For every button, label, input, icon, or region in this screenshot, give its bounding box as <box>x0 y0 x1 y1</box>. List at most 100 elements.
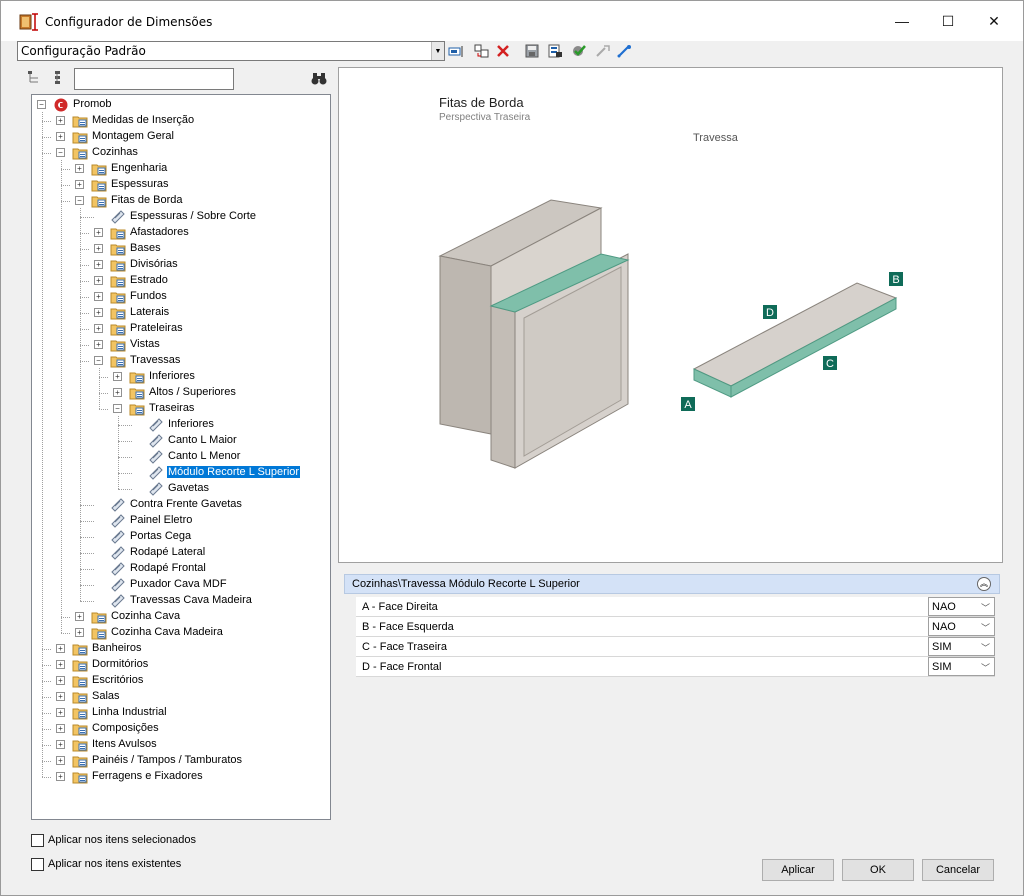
tree-item[interactable]: + Laterais <box>32 305 330 321</box>
expand-node-icon[interactable]: + <box>94 324 103 333</box>
tree-item[interactable]: Gavetas <box>32 481 330 497</box>
tree-item[interactable]: + Cozinha Cava Madeira <box>32 625 330 641</box>
expand-node-icon[interactable]: + <box>94 340 103 349</box>
expand-node-icon[interactable]: + <box>94 244 103 253</box>
save-button[interactable] <box>523 43 541 59</box>
tree-item[interactable]: + Composições <box>32 721 330 737</box>
category-tree[interactable]: − Promob + Medidas de Inserção + Montagem Ger… <box>31 94 331 820</box>
expand-node-icon[interactable]: + <box>56 772 65 781</box>
expand-node-icon[interactable]: + <box>56 740 65 749</box>
binoculars-icon[interactable] <box>311 72 327 85</box>
expand-node-icon[interactable]: + <box>56 692 65 701</box>
tree-item[interactable]: Canto L Maior <box>32 433 330 449</box>
expand-node-icon[interactable]: + <box>94 276 103 285</box>
expand-node-icon[interactable]: + <box>75 612 84 621</box>
tree-item[interactable]: + Bases <box>32 241 330 257</box>
apply-button[interactable]: Aplicar <box>762 859 834 881</box>
expand-node-icon[interactable]: + <box>94 292 103 301</box>
apply-selected-checkbox[interactable] <box>31 834 44 847</box>
tree-item[interactable]: + Altos / Superiores <box>32 385 330 401</box>
tree-item[interactable]: Módulo Recorte L Superior <box>32 465 330 481</box>
copy-button[interactable] <box>473 43 491 59</box>
collapse-node-icon[interactable]: − <box>94 356 103 365</box>
tree-item[interactable]: Inferiores <box>32 417 330 433</box>
tree-item[interactable]: + Inferiores <box>32 369 330 385</box>
tree-item[interactable]: + Dormitórios <box>32 657 330 673</box>
tree-item[interactable]: + Linha Industrial <box>32 705 330 721</box>
tree-item[interactable]: + Escritórios <box>32 673 330 689</box>
property-value-select[interactable]: SIM ﹀ <box>928 657 995 676</box>
collapse-node-icon[interactable]: − <box>75 196 84 205</box>
tree-item[interactable]: − Fitas de Borda <box>32 193 330 209</box>
validate-button[interactable] <box>570 43 588 59</box>
expand-node-icon[interactable]: + <box>56 116 65 125</box>
tree-item[interactable]: + Itens Avulsos <box>32 737 330 753</box>
expand-node-icon[interactable]: + <box>94 308 103 317</box>
expand-node-icon[interactable]: + <box>113 388 122 397</box>
expand-node-icon[interactable]: + <box>56 676 65 685</box>
tree-item[interactable]: Puxador Cava MDF <box>32 577 330 593</box>
expand-node-icon[interactable]: + <box>56 660 65 669</box>
expand-node-icon[interactable]: + <box>56 708 65 717</box>
tree-item[interactable]: + Painéis / Tampos / Tamburatos <box>32 753 330 769</box>
property-value-select[interactable]: SIM ﹀ <box>928 637 995 656</box>
minimize-button[interactable]: — <box>879 1 925 41</box>
property-value-select[interactable]: NAO ﹀ <box>928 597 995 616</box>
chevron-down-icon[interactable]: ▼ <box>431 42 444 60</box>
tree-item[interactable]: Travessas Cava Madeira <box>32 593 330 609</box>
tree-item[interactable]: Painel Eletro <box>32 513 330 529</box>
tree-item[interactable]: Rodapé Frontal <box>32 561 330 577</box>
tree-item[interactable]: Rodapé Lateral <box>32 545 330 561</box>
tree-item[interactable]: Portas Cega <box>32 529 330 545</box>
ok-button[interactable]: OK <box>842 859 914 881</box>
tree-item[interactable]: Espessuras / Sobre Corte <box>32 209 330 225</box>
tree-item[interactable]: − Travessas <box>32 353 330 369</box>
rename-button[interactable] <box>447 43 465 59</box>
expand-node-icon[interactable]: + <box>75 628 84 637</box>
expand-node-icon[interactable]: + <box>75 180 84 189</box>
tree-item[interactable]: + Ferragens e Fixadores <box>32 769 330 785</box>
expand-node-icon[interactable]: + <box>56 132 65 141</box>
tree-item[interactable]: + Prateleiras <box>32 321 330 337</box>
apply-existing-checkbox[interactable] <box>31 858 44 871</box>
delete-button[interactable] <box>494 43 512 59</box>
tree-item[interactable]: + Vistas <box>32 337 330 353</box>
collapse-node-icon[interactable]: − <box>37 100 46 109</box>
tree-item[interactable]: + Montagem Geral <box>32 129 330 145</box>
tree-item[interactable]: + Cozinha Cava <box>32 609 330 625</box>
tree-item[interactable]: + Espessuras <box>32 177 330 193</box>
tree-item[interactable]: + Divisórias <box>32 257 330 273</box>
collapse-tree-icon[interactable] <box>27 70 41 84</box>
expand-node-icon[interactable]: + <box>75 164 84 173</box>
tree-item[interactable]: − Cozinhas <box>32 145 330 161</box>
tree-item[interactable]: + Salas <box>32 689 330 705</box>
tree-item[interactable]: + Medidas de Inserção <box>32 113 330 129</box>
collapse-node-icon[interactable]: − <box>56 148 65 157</box>
measure-button[interactable] <box>616 43 634 59</box>
expand-node-icon[interactable]: + <box>56 756 65 765</box>
tree-item[interactable]: + Estrado <box>32 273 330 289</box>
maximize-button[interactable]: ☐ <box>925 1 971 41</box>
tree-item[interactable]: + Afastadores <box>32 225 330 241</box>
cancel-button[interactable]: Cancelar <box>922 859 994 881</box>
expand-node-icon[interactable]: + <box>56 724 65 733</box>
pick-button[interactable] <box>594 43 612 59</box>
expand-node-icon[interactable]: + <box>94 260 103 269</box>
collapse-node-icon[interactable]: − <box>113 404 122 413</box>
tree-item[interactable]: Contra Frente Gavetas <box>32 497 330 513</box>
export-button[interactable] <box>546 43 564 59</box>
expand-node-icon[interactable]: + <box>94 228 103 237</box>
property-value-select[interactable]: NAO ﹀ <box>928 617 995 636</box>
expand-node-icon[interactable]: + <box>56 644 65 653</box>
tree-item[interactable]: − Promob <box>32 97 330 113</box>
tree-item[interactable]: Canto L Menor <box>32 449 330 465</box>
tree-item[interactable]: + Fundos <box>32 289 330 305</box>
expand-node-icon[interactable]: + <box>113 372 122 381</box>
search-input[interactable] <box>74 68 234 90</box>
configuration-select[interactable]: Configuração Padrão ▼ <box>17 41 445 61</box>
close-button[interactable]: ✕ <box>971 1 1017 41</box>
collapse-icon[interactable]: ︽ <box>977 577 991 591</box>
tree-item[interactable]: + Engenharia <box>32 161 330 177</box>
expand-tree-icon[interactable] <box>51 70 65 84</box>
tree-item[interactable]: + Banheiros <box>32 641 330 657</box>
